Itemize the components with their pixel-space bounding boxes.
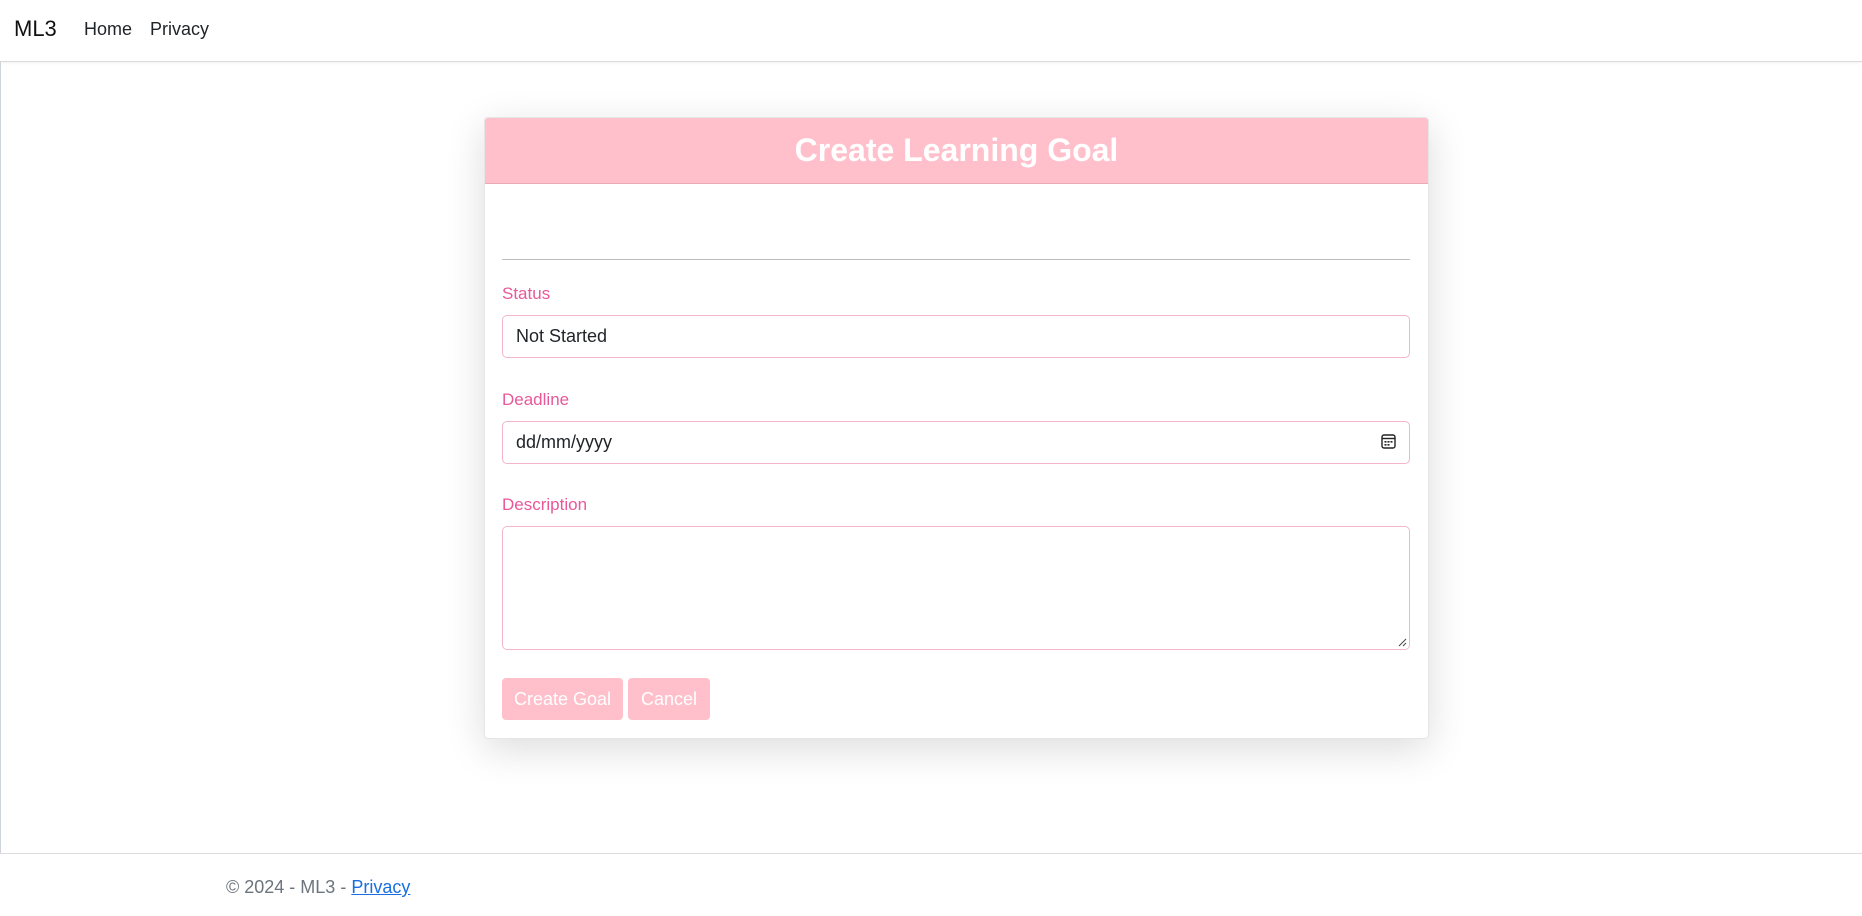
description-textarea[interactable] [502, 526, 1410, 650]
nav-privacy-link[interactable]: Privacy [150, 19, 209, 40]
deadline-date-input[interactable]: dd/mm/yyyy [502, 421, 1410, 464]
footer-privacy-link[interactable]: Privacy [351, 877, 410, 897]
create-goal-card: Create Learning Goal Status Not Started … [484, 117, 1429, 739]
nav-home-link[interactable]: Home [84, 19, 132, 40]
status-label: Status [502, 284, 551, 303]
footer-copyright: © 2024 - ML3 - Privacy [226, 877, 410, 898]
footer-copyright-text: © 2024 - ML3 - [226, 877, 352, 897]
deadline-placeholder: dd/mm/yyyy [516, 432, 613, 452]
status-value: Not Started [516, 326, 608, 346]
deadline-label: Deadline [502, 390, 570, 409]
top-navbar: ML3 Home Privacy [0, 0, 1862, 62]
brand-link[interactable]: ML3 [14, 16, 57, 42]
page-title: Create Learning Goal [794, 132, 1119, 168]
cancel-button[interactable]: Cancel [628, 678, 710, 720]
description-label: Description [502, 495, 588, 514]
page-footer: © 2024 - ML3 - Privacy [0, 853, 1862, 916]
create-goal-button[interactable]: Create Goal [502, 678, 623, 720]
resize-handle-icon[interactable] [1397, 637, 1407, 647]
page-left-border [0, 61, 1, 854]
card-header: Create Learning Goal [485, 118, 1428, 184]
form-divider [502, 259, 1410, 260]
calendar-icon[interactable] [1381, 433, 1396, 449]
status-field[interactable]: Not Started [502, 315, 1410, 358]
